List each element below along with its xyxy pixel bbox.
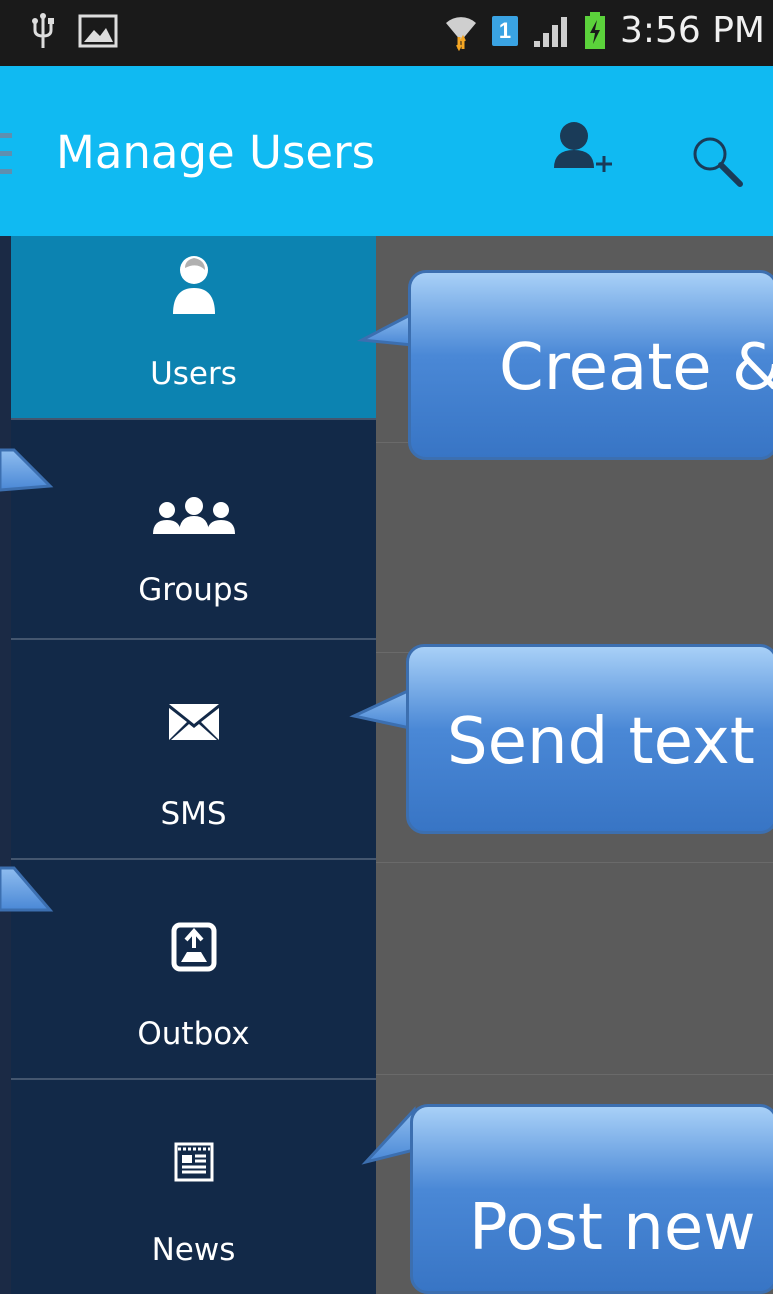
drawer-item-outbox[interactable]: Outbox bbox=[11, 860, 376, 1080]
callout-text: Create & bbox=[499, 331, 773, 405]
drawer-item-groups[interactable]: Groups bbox=[11, 420, 376, 640]
callout-text: Send text bbox=[447, 705, 755, 779]
menu-icon[interactable] bbox=[0, 131, 16, 177]
callout-box: Create & bbox=[408, 270, 773, 460]
nav-drawer: Users Groups SMS Outbox News bbox=[11, 236, 376, 1294]
wifi-icon bbox=[445, 16, 476, 51]
drawer-item-label: Users bbox=[150, 356, 237, 392]
sim-badge: 1 bbox=[491, 15, 518, 46]
news-icon bbox=[174, 1142, 213, 1182]
drawer-item-sms[interactable]: SMS bbox=[11, 640, 376, 860]
drawer-item-label: SMS bbox=[160, 796, 227, 832]
search-icon[interactable] bbox=[688, 132, 748, 192]
add-user-icon[interactable] bbox=[548, 112, 618, 184]
status-bar: 1 3:56 PM bbox=[0, 0, 773, 66]
callout-box: Send text bbox=[406, 644, 773, 834]
callout-box: Post new bbox=[410, 1104, 773, 1294]
envelope-icon bbox=[168, 704, 219, 740]
usb-icon bbox=[32, 13, 54, 48]
drawer-item-label: Outbox bbox=[137, 1016, 250, 1052]
groups-icon bbox=[152, 497, 235, 534]
signal-icon bbox=[533, 16, 567, 47]
page-title: Manage Users bbox=[56, 126, 376, 179]
outbox-icon bbox=[171, 922, 216, 972]
drawer-item-users[interactable]: Users bbox=[11, 236, 376, 420]
callout-text: Post new bbox=[469, 1191, 756, 1265]
image-notification-icon bbox=[78, 14, 118, 48]
drawer-item-news[interactable]: News bbox=[11, 1080, 376, 1294]
screen: 1 3:56 PM Manage Users Users Groups SMS … bbox=[0, 0, 773, 1294]
drawer-item-label: News bbox=[151, 1232, 236, 1268]
drawer-item-label: Groups bbox=[138, 572, 249, 608]
status-time: 3:56 PM bbox=[619, 10, 765, 51]
user-icon bbox=[172, 256, 215, 314]
battery-charging-icon bbox=[584, 11, 605, 49]
